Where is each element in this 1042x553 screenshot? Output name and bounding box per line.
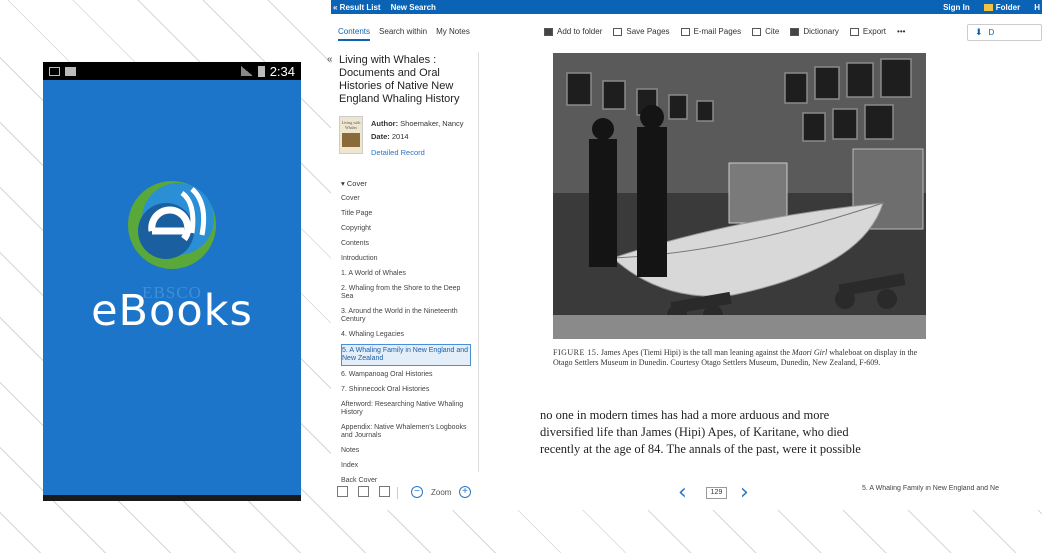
save-pages-button[interactable]: Save Pages — [613, 27, 670, 36]
sidebar-tabs: Contents Search within My Notes — [338, 27, 470, 41]
toc-item[interactable]: Appendix: Native Whalemen's Logbooks and… — [341, 422, 471, 442]
toc-item[interactable]: 1. A World of Whales — [341, 268, 471, 280]
email-pages-label: E-mail Pages — [693, 27, 742, 36]
museum-photograph — [553, 53, 926, 339]
ebooks-brand-text: eBooks — [91, 286, 253, 336]
dictionary-icon — [790, 27, 800, 36]
dictionary-button[interactable]: Dictionary — [790, 27, 839, 36]
page-number-input[interactable]: 129 — [706, 487, 727, 499]
toc-item[interactable]: 6. Wampanoag Oral Histories — [341, 369, 471, 381]
export-icon — [849, 27, 859, 36]
status-time: 2:34 — [269, 63, 295, 79]
dictionary-label: Dictionary — [803, 27, 839, 36]
zoom-in-icon[interactable]: + — [459, 486, 471, 498]
book-meta: Author: Shoemaker, Nancy Date: 2014 Deta… — [371, 117, 464, 159]
folder-icon — [983, 3, 993, 11]
toc-section-toggle[interactable]: ▾ Cover — [341, 179, 367, 188]
tab-search-within[interactable]: Search within — [379, 27, 427, 41]
toc-item[interactable]: 3. Around the World in the Nineteenth Ce… — [341, 306, 471, 326]
toc-item[interactable]: 4. Whaling Legacies — [341, 329, 471, 341]
zoom-label: Zoom — [431, 488, 452, 497]
top-bar: « Result List New Search Sign In Folder … — [331, 0, 1042, 14]
email-icon — [680, 27, 690, 36]
toc-item[interactable]: Contents — [341, 238, 471, 250]
collapse-sidebar-icon[interactable]: « — [327, 54, 333, 65]
caption-label: FIGURE 15. — [553, 348, 599, 357]
fullscreen-icon[interactable] — [337, 486, 348, 497]
phone-screenshot: 2:34 EBSCO eBooks — [43, 62, 301, 501]
toc-item[interactable]: 5. A Whaling Family in New England and N… — [341, 344, 471, 366]
book-cover-thumbnail: Living with Whales — [339, 116, 363, 154]
download-label: D — [988, 28, 995, 37]
toc-item[interactable]: Index — [341, 460, 471, 472]
cite-button[interactable]: Cite — [752, 27, 779, 36]
help-link[interactable]: H — [1034, 3, 1040, 12]
toc-item[interactable]: 2. Whaling from the Shore to the Deep Se… — [341, 283, 471, 303]
cite-icon — [752, 27, 762, 36]
ebooks-logo-icon — [128, 181, 216, 269]
signal-icon — [240, 66, 253, 76]
download-button[interactable]: ⬇ D — [967, 24, 1042, 41]
toc-item[interactable]: Copyright — [341, 223, 471, 235]
add-to-folder-label: Add to folder — [557, 27, 603, 36]
tab-my-notes[interactable]: My Notes — [436, 27, 470, 41]
download-icon: ⬇ — [975, 27, 983, 37]
phone-status-bar: 2:34 — [43, 62, 301, 80]
toc-item[interactable]: Notes — [341, 445, 471, 457]
checkbox-icon — [65, 66, 76, 76]
book-title: Living with Whales : Documents and Oral … — [339, 54, 460, 105]
export-label: Export — [862, 27, 887, 36]
toc-item[interactable]: Cover — [341, 193, 471, 205]
new-search-link[interactable]: New Search — [391, 3, 436, 12]
folder-add-icon — [544, 27, 553, 36]
thumbnail-image — [342, 133, 360, 147]
more-button[interactable]: ••• — [897, 27, 905, 36]
previous-page-icon[interactable]: ‹ — [678, 480, 687, 505]
date-label: Date: — [371, 132, 390, 141]
figure-caption: FIGURE 15. James Apes (Tiemi Hipi) is th… — [553, 348, 931, 368]
add-to-folder-button[interactable]: Add to folder — [544, 27, 602, 36]
current-chapter-label: 5. A Whaling Family in New England and N… — [862, 485, 999, 492]
author-value: Shoemaker, Nancy — [400, 119, 464, 128]
toc-head-label: Cover — [346, 179, 367, 188]
result-list-link[interactable]: « Result List — [333, 3, 381, 12]
export-button[interactable]: Export — [849, 27, 887, 36]
toc-item[interactable]: 7. Shinnecock Oral Histories — [341, 384, 471, 396]
mail-icon — [49, 66, 60, 76]
sidebar-divider — [478, 52, 479, 472]
table-of-contents: Cover Title Page Copyright Contents Introduc… — [341, 193, 471, 490]
tab-contents[interactable]: Contents — [338, 27, 371, 41]
ebook-viewer-app: « Result List New Search Sign In Folder … — [327, 0, 1042, 510]
next-page-icon[interactable]: › — [740, 480, 749, 505]
date-value: 2014 — [391, 132, 409, 141]
caption-italic: Maori Girl — [791, 348, 828, 357]
toc-item[interactable]: Introduction — [341, 253, 471, 265]
cite-label: Cite — [765, 27, 780, 36]
save-icon — [613, 27, 623, 36]
sign-in-link[interactable]: Sign In — [943, 3, 970, 12]
caption-text-a: James Apes (Tiemi Hipi) is the tall man … — [600, 348, 790, 357]
battery-icon — [257, 65, 265, 77]
email-pages-button[interactable]: E-mail Pages — [680, 27, 742, 36]
folder-link[interactable]: Folder — [983, 2, 1021, 12]
viewer-bottom-bar: − Zoom + ‹ 129 › 5. A Whaling Family in … — [331, 478, 1042, 508]
body-line: diversified life than James (Hipi) Apes,… — [540, 425, 849, 439]
body-line: no one in modern times has had a more ar… — [540, 408, 830, 422]
zoom-out-icon[interactable]: − — [411, 486, 423, 498]
toc-item[interactable]: Afterword: Researching Native Whaling Hi… — [341, 399, 471, 419]
toc-item[interactable]: Title Page — [341, 208, 471, 220]
body-line: recently at the age of 84. The annals of… — [540, 442, 861, 456]
folder-label: Folder — [995, 2, 1021, 12]
fit-width-icon[interactable] — [358, 486, 369, 497]
save-pages-label: Save Pages — [626, 27, 670, 36]
thumbnail-title: Living with Whales — [341, 120, 361, 130]
toolbar-separator — [397, 487, 398, 499]
author-label: Author: — [371, 119, 399, 128]
detailed-record-link[interactable]: Detailed Record — [371, 146, 464, 159]
fit-page-icon[interactable] — [379, 486, 390, 497]
page-body-text: no one in modern times has had a more ar… — [540, 407, 930, 458]
viewer-toolbar: Add to folder Save Pages E-mail Pages Ci… — [544, 27, 905, 36]
